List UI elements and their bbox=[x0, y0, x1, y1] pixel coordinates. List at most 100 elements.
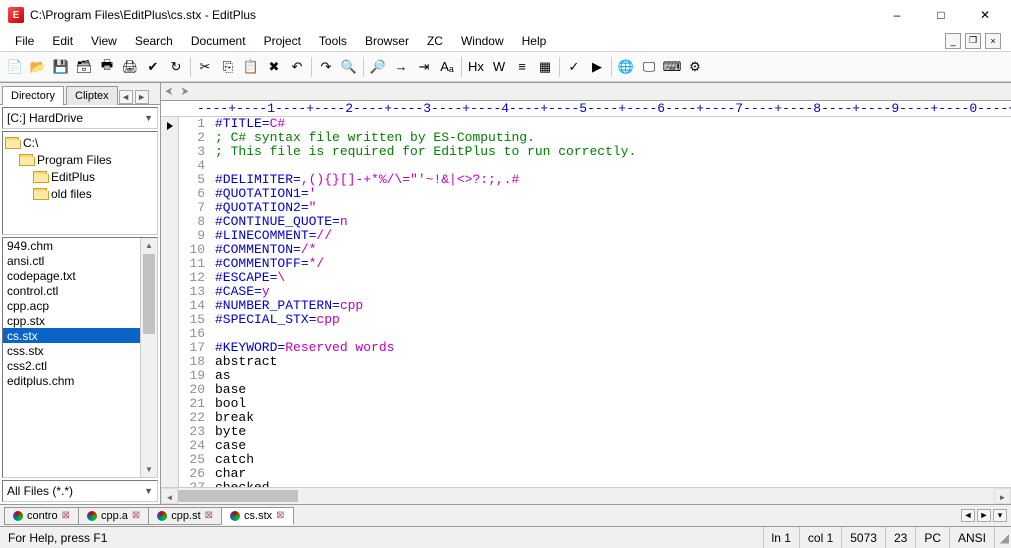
redo-dropdown-button[interactable]: ↻ bbox=[165, 56, 187, 78]
save-button[interactable]: 💾 bbox=[50, 56, 72, 78]
code-line[interactable]: ; C# syntax file written by ES-Computing… bbox=[215, 131, 1011, 145]
paste-button[interactable]: 📋 bbox=[240, 56, 262, 78]
terminal-button[interactable]: ⌨ bbox=[661, 56, 683, 78]
code-line[interactable]: case bbox=[215, 439, 1011, 453]
code-line[interactable]: #SPECIAL_STX=cpp bbox=[215, 313, 1011, 327]
code-line[interactable]: base bbox=[215, 383, 1011, 397]
word-wrap-button[interactable]: W bbox=[488, 56, 510, 78]
open-button[interactable]: 📂 bbox=[27, 56, 49, 78]
doctab[interactable]: cs.stx⊠ bbox=[221, 507, 294, 525]
mdi-close-button[interactable]: × bbox=[985, 33, 1001, 49]
indent-button[interactable]: ≡ bbox=[511, 56, 533, 78]
file-item[interactable]: css.stx bbox=[3, 343, 157, 358]
code-line[interactable]: #CASE=y bbox=[215, 285, 1011, 299]
file-item[interactable]: cs.stx bbox=[3, 328, 157, 343]
column-button[interactable]: ▦ bbox=[534, 56, 556, 78]
code-line[interactable]: #QUOTATION2=" bbox=[215, 201, 1011, 215]
code-line[interactable]: #LINECOMMENT=// bbox=[215, 229, 1011, 243]
scroll-right-icon[interactable]: ► bbox=[994, 488, 1011, 504]
menu-search[interactable]: Search bbox=[126, 32, 182, 50]
file-item[interactable]: css2.ctl bbox=[3, 358, 157, 373]
file-filter-selector[interactable]: All Files (*.*) ▼ bbox=[2, 480, 158, 502]
font-aa-button[interactable]: Aₐ bbox=[436, 56, 458, 78]
code-line[interactable]: #TITLE=C# bbox=[215, 117, 1011, 131]
code-line[interactable]: #COMMENTON=/* bbox=[215, 243, 1011, 257]
tab-cliptext[interactable]: Cliptex bbox=[66, 86, 118, 105]
folder-node[interactable]: Program Files bbox=[5, 151, 155, 168]
print-preview-button[interactable]: 🖨 bbox=[119, 56, 141, 78]
save-all-button[interactable]: 🗃 bbox=[73, 56, 95, 78]
code-line[interactable]: ; This file is required for EditPlus to … bbox=[215, 145, 1011, 159]
menu-tools[interactable]: Tools bbox=[310, 32, 356, 50]
code-area[interactable]: 1234567891011121314151617181920212223242… bbox=[161, 117, 1011, 487]
scroll-thumb[interactable] bbox=[178, 490, 298, 502]
sidebar-tab-left[interactable]: ◄ bbox=[119, 90, 133, 104]
marker-right-icon[interactable]: ⮞ bbox=[177, 86, 193, 97]
goto-button[interactable]: → bbox=[390, 56, 412, 78]
resize-grip-icon[interactable]: ◢ bbox=[995, 531, 1011, 545]
file-item[interactable]: ansi.ctl bbox=[3, 253, 157, 268]
code-line[interactable]: #KEYWORD=Reserved words bbox=[215, 341, 1011, 355]
file-list[interactable]: 949.chmansi.ctlcodepage.txtcontrol.ctlcp… bbox=[2, 237, 158, 478]
doctab-menu[interactable]: ▾ bbox=[993, 509, 1007, 522]
close-tab-icon[interactable]: ⊠ bbox=[205, 510, 213, 521]
print-button[interactable]: 🖶 bbox=[96, 56, 118, 78]
file-item[interactable]: cpp.stx bbox=[3, 313, 157, 328]
menu-file[interactable]: File bbox=[6, 32, 43, 50]
drive-selector[interactable]: [C:] HardDrive ▼ bbox=[2, 107, 158, 129]
close-button[interactable]: ✕ bbox=[963, 1, 1007, 29]
spell-button[interactable]: ✔ bbox=[142, 56, 164, 78]
menu-help[interactable]: Help bbox=[513, 32, 556, 50]
file-item[interactable]: editplus.chm bbox=[3, 373, 157, 388]
file-item[interactable]: cpp.acp bbox=[3, 298, 157, 313]
code-line[interactable]: bool bbox=[215, 397, 1011, 411]
menu-view[interactable]: View bbox=[82, 32, 126, 50]
code-line[interactable]: abstract bbox=[215, 355, 1011, 369]
menu-window[interactable]: Window bbox=[452, 32, 513, 50]
menu-document[interactable]: Document bbox=[182, 32, 255, 50]
folder-tree[interactable]: C:\Program FilesEditPlusold files bbox=[2, 131, 158, 235]
copy-button[interactable]: ⎘ bbox=[217, 56, 239, 78]
file-list-scrollbar[interactable]: ▲ ▼ bbox=[140, 238, 157, 477]
close-tab-icon[interactable]: ⊠ bbox=[276, 510, 284, 521]
undo-button[interactable]: ↶ bbox=[286, 56, 308, 78]
menu-project[interactable]: Project bbox=[255, 32, 310, 50]
mdi-minimize-button[interactable]: _ bbox=[945, 33, 961, 49]
file-item[interactable]: 949.chm bbox=[3, 238, 157, 253]
code-line[interactable] bbox=[215, 159, 1011, 173]
scroll-up-icon[interactable]: ▲ bbox=[141, 238, 157, 253]
delete-button[interactable]: ✖ bbox=[263, 56, 285, 78]
doctab-right[interactable]: ► bbox=[977, 509, 991, 522]
scroll-left-icon[interactable]: ◄ bbox=[161, 488, 178, 504]
close-tab-icon[interactable]: ⊠ bbox=[62, 510, 70, 521]
menu-zc[interactable]: ZC bbox=[418, 32, 452, 50]
code-line[interactable]: #NUMBER_PATTERN=cpp bbox=[215, 299, 1011, 313]
scroll-down-icon[interactable]: ▼ bbox=[141, 462, 157, 477]
scroll-thumb[interactable] bbox=[143, 254, 155, 334]
code-line[interactable]: byte bbox=[215, 425, 1011, 439]
find-replace-button[interactable]: 🔎 bbox=[367, 56, 389, 78]
new-button[interactable]: 📄 bbox=[4, 56, 26, 78]
code-line[interactable]: char bbox=[215, 467, 1011, 481]
cut-button[interactable]: ✂ bbox=[194, 56, 216, 78]
doctab[interactable]: cpp.a⊠ bbox=[78, 507, 149, 525]
menu-edit[interactable]: Edit bbox=[43, 32, 82, 50]
minimize-button[interactable]: – bbox=[875, 1, 919, 29]
folder-node[interactable]: C:\ bbox=[5, 134, 155, 151]
code-line[interactable]: #DELIMITER=,(){}[]-+*%/\="'~!&|<>?:;,.# bbox=[215, 173, 1011, 187]
next-button[interactable]: ⇥ bbox=[413, 56, 435, 78]
horizontal-scrollbar[interactable]: ◄ ► bbox=[161, 487, 1011, 504]
mdi-restore-button[interactable]: ❐ bbox=[965, 33, 981, 49]
close-tab-icon[interactable]: ⊠ bbox=[132, 510, 140, 521]
code-line[interactable]: catch bbox=[215, 453, 1011, 467]
find-button[interactable]: 🔍 bbox=[338, 56, 360, 78]
doctab-left[interactable]: ◄ bbox=[961, 509, 975, 522]
run-button[interactable]: ▶ bbox=[586, 56, 608, 78]
redo-button[interactable]: ↷ bbox=[315, 56, 337, 78]
code-line[interactable]: #COMMENTOFF=*/ bbox=[215, 257, 1011, 271]
hex-button[interactable]: Hx bbox=[465, 56, 487, 78]
file-item[interactable]: codepage.txt bbox=[3, 268, 157, 283]
check-button[interactable]: ✓ bbox=[563, 56, 585, 78]
marker-left-icon[interactable]: ⮜ bbox=[161, 86, 177, 97]
folder-node[interactable]: EditPlus bbox=[5, 168, 155, 185]
